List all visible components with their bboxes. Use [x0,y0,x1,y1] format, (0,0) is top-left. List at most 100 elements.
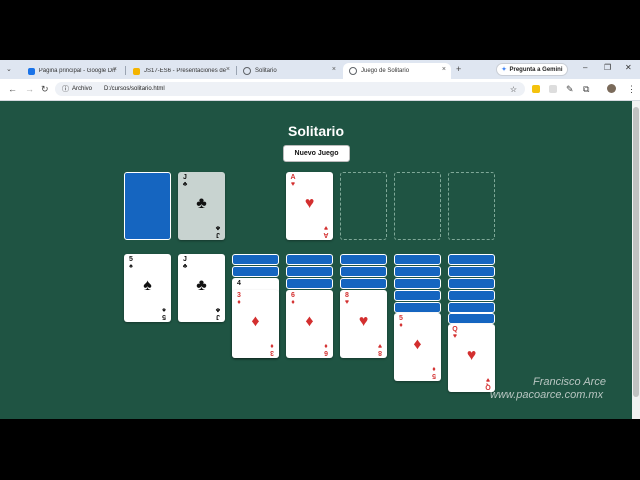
watermark-url: www.pacoarce.com.mx [490,389,604,401]
avatar[interactable] [607,84,616,93]
tab-solitario[interactable]: Solitario × [237,63,341,79]
tab-presentaciones[interactable]: JS17-ES6 - Presentaciones de × [127,63,235,79]
club-icon: ♣ [182,263,188,270]
foundation-slot[interactable] [448,172,495,240]
page-scrollbar[interactable] [632,101,640,419]
card-corner: Q ♥ [451,326,459,340]
heart-icon: ♥ [485,376,491,383]
close-tab-icon[interactable]: × [113,66,117,73]
close-tab-icon[interactable]: × [332,66,336,73]
club-icon: ♣ [215,306,221,313]
face-down-card [232,254,279,265]
heart-icon: ♥ [452,333,458,340]
menu-dots-icon[interactable]: ⋮ [627,84,636,94]
club-icon: ♣ [196,277,207,294]
tableau-card[interactable]: 3 ♦ ♦ 3 ♦ [232,290,279,358]
heart-icon: ♥ [290,181,296,188]
card-rank: A [323,231,329,238]
face-down-card [394,266,441,277]
card-rank: 6 [324,349,328,356]
new-tab-icon[interactable]: + [456,64,461,74]
scrollbar-thumb[interactable] [633,107,639,397]
card-rank: J [183,256,187,263]
heart-icon: ♥ [377,342,383,349]
card-rank: 3 [237,292,241,299]
globe-icon [243,67,251,75]
diamond-icon: ♦ [413,336,422,353]
tab-search-icon[interactable]: ⌄ [6,65,12,75]
waste-card[interactable]: J ♣ ♣ J ♣ [178,172,225,240]
card-rank: 8 [378,349,382,356]
close-tab-icon[interactable]: × [442,66,446,73]
close-tab-icon[interactable]: × [226,66,230,73]
foundation-slot[interactable] [394,172,441,240]
tableau-card[interactable]: J ♣ ♣ J ♣ [178,254,225,322]
card-corner: J ♣ [181,174,189,188]
card-corner: 3 ♦ [268,342,276,356]
card-rank: 3 [270,349,274,356]
face-down-card [448,290,495,301]
bookmark-star-icon[interactable]: ☆ [510,85,517,94]
new-game-button[interactable]: Nuevo Juego [283,145,350,162]
reload-icon[interactable]: ↻ [41,84,49,94]
face-down-card [448,302,495,313]
card-rank: 5 [432,372,436,379]
tab-strip: ⌄ Página principal - Google Drive × JS17… [0,60,640,79]
spade-icon: ♠ [129,263,133,270]
card-corner: J ♣ [214,224,222,238]
spade-icon: ♠ [162,306,166,313]
card-rank: Q [452,326,458,333]
face-down-card [448,266,495,277]
spade-icon: ♠ [143,277,152,294]
tab-label: JS17-ES6 - Presentaciones de [144,68,227,74]
card-corner: 5 ♠ [127,256,135,270]
forward-icon[interactable]: → [25,84,34,94]
foundation-slot[interactable] [340,172,387,240]
card-corner: Q ♥ [484,376,492,390]
card-corner: 5 ♦ [397,315,405,329]
address-toolbar: ← → ↻ ⓘ Archivo D:/cursos/solitario.html… [0,79,640,101]
card-corner: 5 ♠ [160,306,168,320]
tab-label: Solitario [255,68,277,74]
extension-icon[interactable] [549,85,557,93]
club-icon: ♣ [215,224,221,231]
face-down-card [394,290,441,301]
tab-juego-de-solitario[interactable]: Juego de Solitario × [343,63,451,79]
club-icon: ♣ [182,181,188,188]
gemini-button[interactable]: ✦ Pregunta a Gemini [496,63,568,76]
card-rank: 5 [129,256,133,263]
foundation-pile[interactable]: A ♥ ♥ A ♥ [286,172,333,240]
browser-chrome: ⌄ Página principal - Google Drive × JS17… [0,60,640,101]
minimize-icon[interactable]: – [583,63,587,72]
address-bar[interactable]: ⓘ Archivo D:/cursos/solitario.html ☆ [55,82,525,96]
diamond-icon: ♦ [324,342,328,349]
card-corner: 4 [235,280,243,287]
tableau-card[interactable]: 5 ♠ ♠ 5 ♠ [124,254,171,322]
card-rank: 6 [291,292,295,299]
card-rank: 8 [345,292,349,299]
drive-icon [28,67,35,75]
diamond-icon: ♦ [399,322,403,329]
face-down-card [232,266,279,277]
tableau-card[interactable]: 8 ♥ ♥ 8 ♥ [340,290,387,358]
extension-icon[interactable] [532,85,540,93]
puzzle-icon[interactable]: ⧉ [583,84,589,94]
heart-icon: ♥ [304,195,315,212]
watermark-name: Francisco Arce [533,376,606,388]
diamond-icon: ♦ [237,299,241,306]
tableau-card[interactable]: 6 ♦ ♦ 6 ♦ [286,290,333,358]
tab-label: Juego de Solitario [361,68,410,74]
file-chip: Archivo [72,86,93,92]
card-rank: 5 [399,315,403,322]
close-window-icon[interactable]: ✕ [625,63,632,72]
stock-pile[interactable] [124,172,171,240]
heart-icon: ♥ [358,313,369,330]
restore-icon[interactable]: ❐ [604,63,611,72]
tableau-card[interactable]: Q ♥ ♥ Q ♥ [448,324,495,392]
card-corner: J ♣ [214,306,222,320]
tableau-card[interactable]: 5 ♦ ♦ 5 ♦ [394,313,441,381]
back-icon[interactable]: ← [8,84,17,94]
tab-google-drive[interactable]: Página principal - Google Drive × [22,63,122,79]
card-corner: 5 ♦ [430,365,438,379]
pen-icon[interactable]: ✎ [566,84,574,94]
